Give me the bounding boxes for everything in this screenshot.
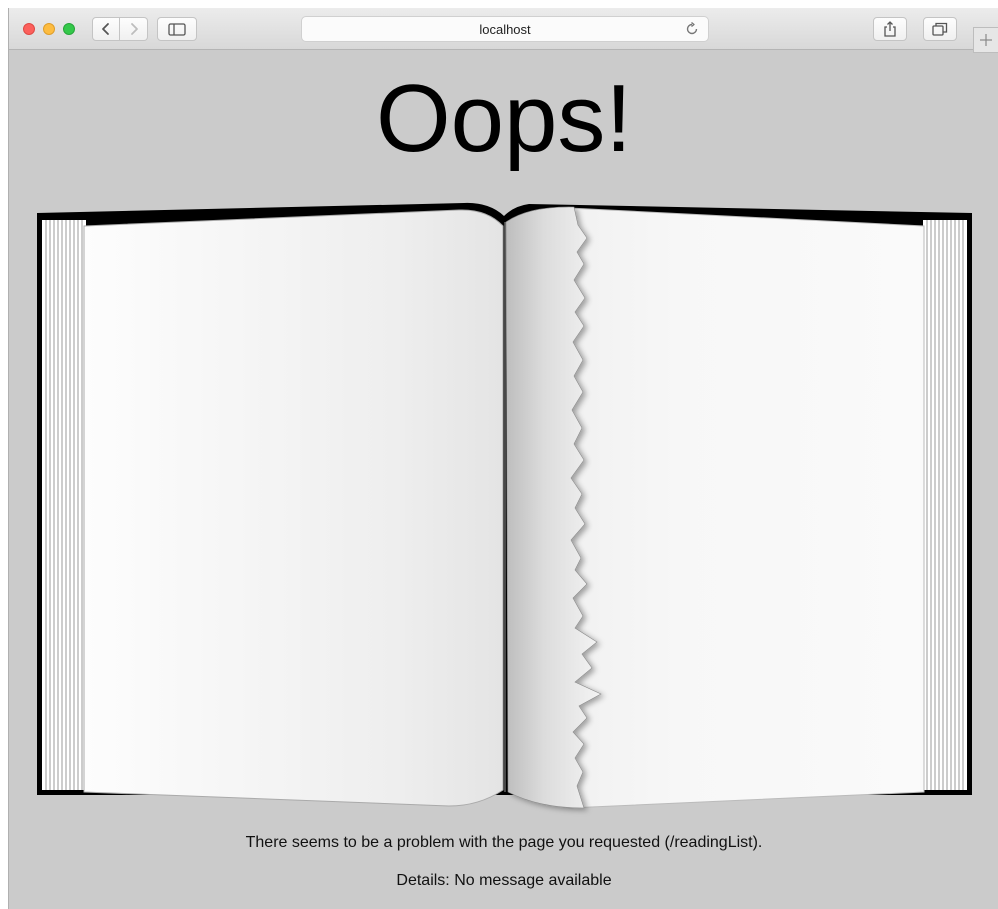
- browser-window: localhost Oops! There seems to be a prob…: [8, 8, 998, 909]
- address-bar[interactable]: localhost: [301, 16, 709, 42]
- minimize-window-button[interactable]: [43, 23, 55, 35]
- left-page: [83, 209, 504, 807]
- chevron-left-icon: [102, 23, 109, 35]
- page-content: Oops! There seems to be a problem with t…: [9, 50, 998, 909]
- plus-icon: [980, 34, 992, 46]
- sidebar-button[interactable]: [157, 17, 197, 41]
- tabs-icon: [932, 22, 948, 36]
- right-page: [568, 207, 925, 809]
- browser-toolbar: localhost: [9, 8, 998, 50]
- right-page-edges: [923, 220, 967, 790]
- show-tabs-button[interactable]: [923, 17, 957, 41]
- torn-book-illustration: [37, 202, 972, 809]
- reload-icon[interactable]: [684, 21, 700, 37]
- share-icon: [884, 21, 896, 37]
- chevron-right-icon: [130, 23, 138, 35]
- address-url: localhost: [479, 22, 531, 37]
- sidebar-icon: [168, 22, 186, 36]
- forward-button[interactable]: [120, 17, 148, 41]
- error-message: There seems to be a problem with the pag…: [245, 834, 763, 851]
- close-window-button[interactable]: [23, 23, 35, 35]
- error-details: Details: No message available: [396, 872, 612, 889]
- back-button[interactable]: [92, 17, 120, 41]
- navigation-buttons: [92, 17, 148, 41]
- left-page-edges: [42, 220, 86, 790]
- share-button[interactable]: [873, 17, 907, 41]
- zoom-window-button[interactable]: [63, 23, 75, 35]
